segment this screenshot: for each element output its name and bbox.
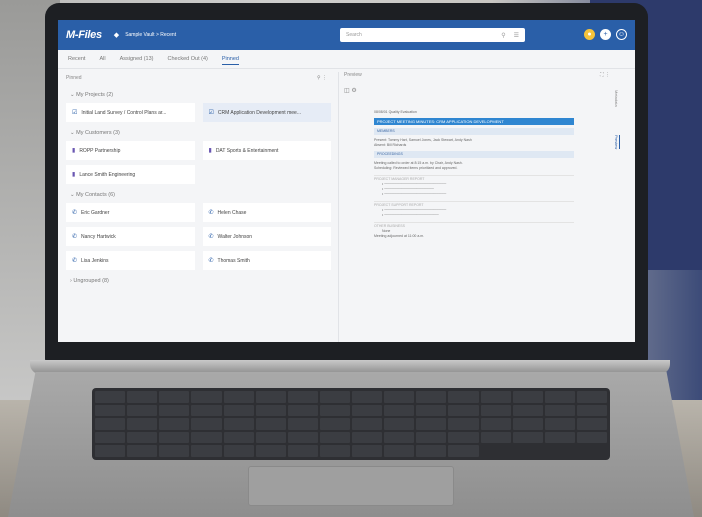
doc-proceedings-heading: PROCEEDINGS (374, 151, 574, 158)
doc-text: Meeting adjourned at 11:00 a.m. (374, 234, 425, 238)
group-header-customers[interactable]: ⌄ My Customers (3) (70, 130, 331, 136)
laptop-hinge (30, 360, 670, 374)
doc-text: Scheduling: Reviewed items prioritized a… (374, 166, 458, 170)
doc-bullet: • ───────────────────────── (382, 192, 447, 196)
phone-icon: ✆ (208, 234, 214, 240)
phone-icon: ✆ (72, 258, 78, 264)
list-item[interactable]: ✆ Nancy Hartwick (66, 227, 195, 246)
doc-title: PROJECT MEETING MINUTES: CRM APPLICATION… (374, 118, 574, 125)
settings-icon[interactable]: ⚙ (351, 88, 356, 94)
tab-checked-out[interactable]: Checked Out (4) (168, 56, 208, 65)
phone-icon: ✆ (72, 234, 78, 240)
group-header-contacts[interactable]: ⌄ My Contacts (6) (70, 192, 331, 198)
phone-icon: ✆ (208, 258, 214, 264)
doc-section-heading: OTHER BUSINESS (374, 222, 574, 229)
app-logo[interactable]: M-Files (66, 29, 102, 41)
doc-bullet: • ────────────────────── (382, 213, 439, 217)
expand-icon[interactable]: ⛶ ⋮ (600, 72, 610, 84)
tab-metadata[interactable]: Metadata (614, 90, 619, 107)
view-tabs: Recent All Assigned (13) Checked Out (4)… (68, 56, 239, 65)
list-item[interactable]: ▮ ROPP Partnership (66, 141, 195, 160)
tab-all[interactable]: All (99, 56, 105, 65)
tab-assigned[interactable]: Assigned (13) (120, 56, 154, 65)
pane-title: Pinned (66, 75, 82, 81)
list-item[interactable]: ☑ Initial Land Survey / Control Plans ar.… (66, 103, 195, 122)
group-header-ungrouped[interactable]: › Ungrouped (8) (70, 278, 331, 284)
list-item[interactable]: ✆ Lisa Jenkins (66, 251, 195, 270)
app-header: M-Files ◆ Sample Vault > Recent Search ⚲… (58, 20, 635, 50)
list-item[interactable]: ▮ Lance Smith Engineering (66, 165, 195, 184)
tab-divider (58, 68, 635, 69)
doc-text: Absent: Bill Richards (374, 143, 407, 147)
checkbox-icon: ☑ (72, 110, 78, 116)
list-item[interactable]: ✆ Thomas Smith (202, 251, 331, 270)
doc-members-heading: MEMBERS (374, 128, 574, 135)
vault-breadcrumb[interactable]: Sample Vault > Recent (125, 32, 176, 38)
preview-pane: Preview ⛶ ⋮ ◫ ⚙ 08/08/01 Quality Evaluat… (344, 72, 610, 342)
preview-toolbar: ◫ ⚙ (344, 87, 610, 94)
vault-icon: ◆ (113, 32, 120, 39)
touchpad (248, 466, 454, 506)
search-input[interactable]: Search (346, 32, 493, 38)
list-item[interactable]: ✆ Walter Johnson (202, 227, 331, 246)
tab-pinned[interactable]: Pinned (221, 56, 239, 65)
layout-icon[interactable]: ◫ (344, 88, 350, 94)
search-box[interactable]: Search ⚲ ☰ (340, 28, 525, 42)
doc-section-heading: PROJECT MANAGER REPORT (374, 175, 574, 182)
pane-divider[interactable] (338, 72, 339, 342)
pinned-pane: Pinned ⚲ ⋮ ⌄ My Projects (2) ☑ Initial La… (66, 72, 331, 342)
phone-icon: ✆ (72, 210, 78, 216)
building-icon: ▮ (72, 172, 76, 178)
app-screen: M-Files ◆ Sample Vault > Recent Search ⚲… (58, 20, 635, 342)
phone-icon: ✆ (208, 210, 214, 216)
list-item[interactable]: ✆ Eric Gardner (66, 203, 195, 222)
add-icon[interactable]: + (600, 29, 611, 40)
doc-header-line: 08/08/01 Quality Evaluation (374, 110, 417, 114)
notification-icon[interactable]: ● (584, 29, 595, 40)
tab-recent[interactable]: Recent (68, 56, 85, 65)
laptop-keyboard (92, 388, 610, 460)
list-item[interactable]: ✆ Helen Chase (202, 203, 331, 222)
tab-preview[interactable]: Preview (614, 134, 620, 149)
user-icon[interactable]: ☺ (616, 29, 627, 40)
side-tabs: Metadata Preview (614, 90, 628, 177)
list-item[interactable]: ▮ DAT Sports & Entertainment (202, 141, 331, 160)
preview-title: Preview (344, 72, 362, 78)
group-header-projects[interactable]: ⌄ My Projects (2) (70, 92, 331, 98)
building-icon: ▮ (72, 148, 76, 154)
doc-section-heading: PROJECT SUPPORT REPORT (374, 201, 574, 208)
document-preview: 08/08/01 Quality Evaluation PROJECT MEET… (374, 110, 574, 239)
filter-icon[interactable]: ☰ (514, 32, 519, 39)
building-icon: ▮ (208, 148, 212, 154)
search-icon[interactable]: ⚲ ⋮ (317, 75, 327, 81)
checkbox-icon: ☑ (208, 110, 214, 116)
search-icon[interactable]: ⚲ (501, 32, 505, 39)
list-item[interactable]: ☑ CRM Application Development mee... (202, 103, 331, 122)
